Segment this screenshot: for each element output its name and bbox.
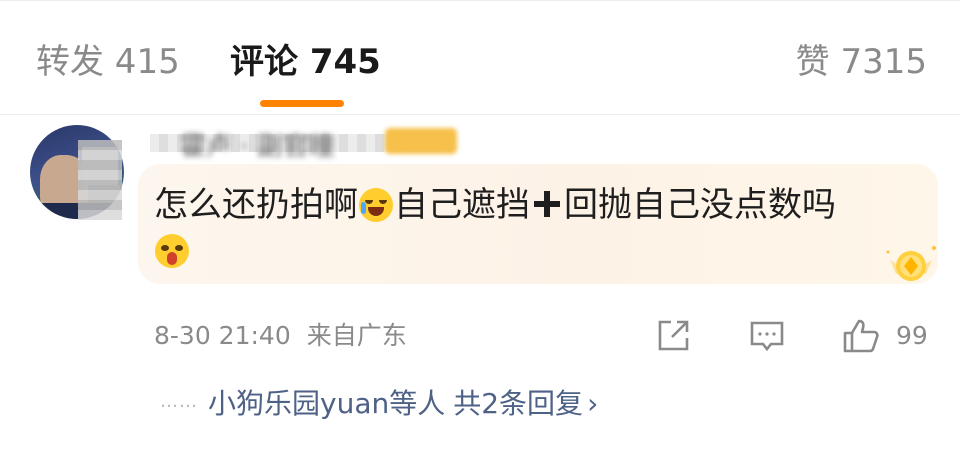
plus-icon <box>530 180 564 230</box>
replies-total: 共2条回复 <box>453 387 584 420</box>
active-tab-indicator <box>260 100 344 107</box>
share-icon[interactable] <box>655 318 691 358</box>
replies-link[interactable]: …… 小狗乐园yuan等人 共2条回复 › <box>160 384 598 422</box>
thumb-up-icon[interactable] <box>842 318 880 358</box>
tab-comment[interactable]: 评论 745 <box>230 40 381 84</box>
tears-of-joy-emoji <box>359 188 393 222</box>
location: 来自广东 <box>306 321 407 350</box>
comment-text: 怎么还扔拍啊 自己遮挡 回抛自己没点数吗 <box>154 180 836 230</box>
username-text: 霍卢 · 副官瞳 <box>180 132 335 162</box>
user-badge <box>385 128 457 154</box>
medal-icon <box>884 240 938 288</box>
comment-text-part2: 自己遮挡 <box>394 185 530 225</box>
reply-icon[interactable] <box>748 318 786 358</box>
tab-like[interactable]: 赞 7315 <box>796 40 927 84</box>
comment-meta: 8-30 21:40 来自广东 <box>154 320 407 352</box>
replies-dots: …… <box>160 391 198 412</box>
blushing-emoji <box>155 234 189 268</box>
replies-who: 小狗乐园yuan等人 <box>208 387 446 420</box>
tab-repost[interactable]: 转发 415 <box>36 40 180 84</box>
comment-username[interactable]: 霍卢 · 副官瞳 <box>150 126 480 162</box>
chevron-right-icon: › <box>587 387 599 420</box>
tab-bar: 转发 415 评论 745 赞 7315 <box>0 0 960 115</box>
timestamp: 8-30 21:40 <box>154 321 291 350</box>
comment-text-part3: 回抛自己没点数吗 <box>564 185 836 225</box>
comment-text-part1: 怎么还扔拍啊 <box>154 185 358 225</box>
avatar-mosaic <box>78 140 122 220</box>
like-count: 99 <box>896 321 928 350</box>
